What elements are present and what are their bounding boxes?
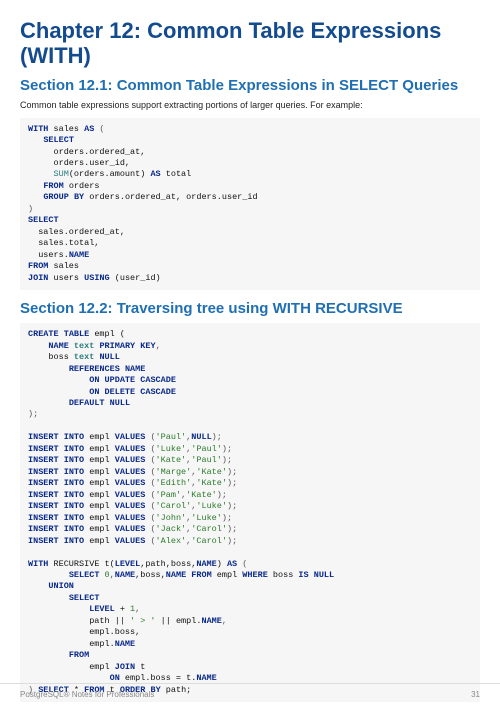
page-footer: PostgreSQL® Notes for Professionals 31 bbox=[0, 683, 500, 707]
chapter-title: Chapter 12: Common Table Expressions (WI… bbox=[20, 18, 480, 69]
footer-page-number: 31 bbox=[471, 690, 480, 699]
section-12-2-heading: Section 12.2: Traversing tree using WITH… bbox=[20, 300, 480, 317]
code-block-recursive: CREATE TABLE empl ( NAME text PRIMARY KE… bbox=[20, 323, 480, 702]
section-12-1-intro: Common table expressions support extract… bbox=[20, 100, 480, 110]
footer-book-title: PostgreSQL® Notes for Professionals bbox=[20, 690, 154, 699]
section-12-1-heading: Section 12.1: Common Table Expressions i… bbox=[20, 77, 480, 94]
code-block-cte-select: WITH sales AS ( SELECT orders.ordered_at… bbox=[20, 118, 480, 291]
page-content: Chapter 12: Common Table Expressions (WI… bbox=[0, 0, 500, 702]
